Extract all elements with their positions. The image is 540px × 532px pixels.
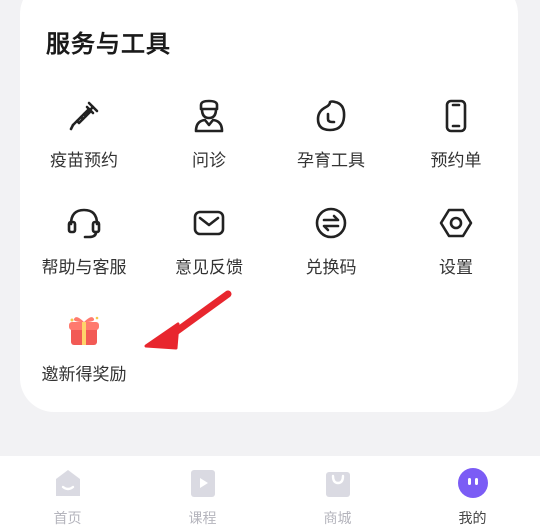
doctor-icon: [189, 96, 229, 136]
gift-icon: [64, 310, 104, 350]
tool-redeem-code[interactable]: 兑换码: [271, 203, 391, 293]
tool-invite-reward[interactable]: 邀新得奖励: [24, 310, 144, 400]
tool-pregnancy-tools[interactable]: 孕育工具: [271, 96, 391, 186]
tool-label: 兑换码: [305, 258, 357, 278]
tab-profile[interactable]: 我的: [405, 456, 540, 532]
tool-label: 邀新得奖励: [41, 365, 127, 385]
tab-home[interactable]: 首页: [0, 456, 135, 532]
tool-consultation[interactable]: 问诊: [149, 96, 269, 186]
bottom-tab-bar: 首页 课程 商城 我的: [0, 456, 540, 532]
section-title: 服务与工具: [46, 30, 171, 58]
tool-settings[interactable]: 设置: [396, 203, 516, 293]
tab-label: 课程: [188, 511, 217, 527]
tool-label: 设置: [439, 258, 473, 278]
mail-icon: [189, 203, 229, 243]
tool-vaccine-booking[interactable]: 疫苗预约: [24, 96, 144, 186]
tab-course[interactable]: 课程: [135, 456, 270, 532]
profile-icon: [456, 466, 490, 500]
home-icon: [51, 466, 85, 500]
syringe-icon: [64, 96, 104, 136]
tab-label: 首页: [53, 511, 82, 527]
tab-label: 我的: [458, 511, 487, 527]
shop-icon: [321, 466, 355, 500]
tool-label: 意见反馈: [175, 258, 243, 278]
gear-icon: [436, 203, 476, 243]
tool-label: 预约单: [430, 151, 482, 171]
phone-icon: [436, 96, 476, 136]
tool-label: 孕育工具: [297, 151, 365, 171]
course-icon: [186, 466, 220, 500]
tool-appointment-list[interactable]: 预约单: [396, 96, 516, 186]
tab-label: 商城: [323, 511, 352, 527]
tool-label: 疫苗预约: [50, 151, 118, 171]
tool-label: 问诊: [192, 151, 226, 171]
tool-feedback[interactable]: 意见反馈: [149, 203, 269, 293]
annotation-arrow: [144, 290, 232, 350]
tab-shop[interactable]: 商城: [270, 456, 405, 532]
exchange-icon: [311, 203, 351, 243]
tool-help-support[interactable]: 帮助与客服: [24, 203, 144, 293]
headset-icon: [64, 203, 104, 243]
tool-label: 帮助与客服: [41, 258, 127, 278]
pregnancy-tool-icon: [311, 96, 351, 136]
